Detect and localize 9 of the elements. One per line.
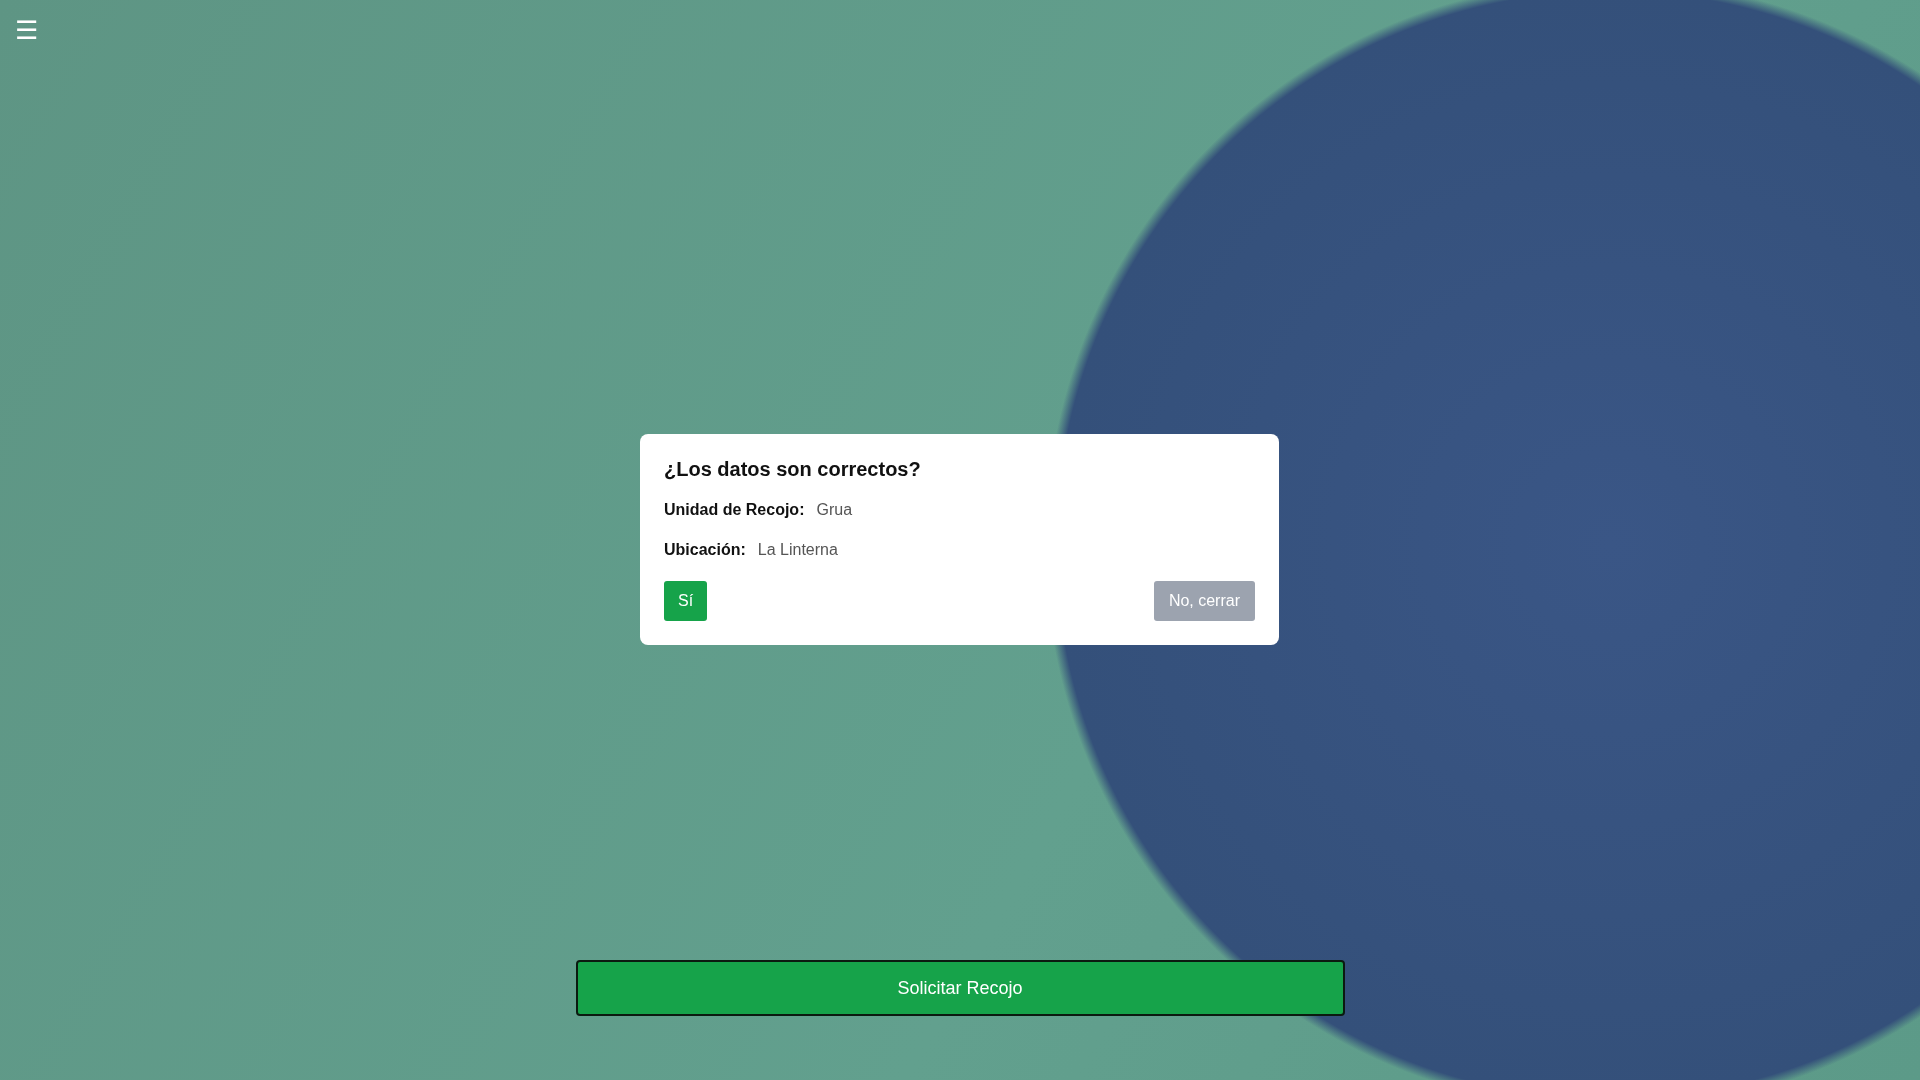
field-value: Grua [816, 501, 853, 519]
field-label: Unidad de Recojo: [664, 501, 805, 519]
confirm-button[interactable]: Sí [664, 581, 708, 621]
dialog-title: ¿Los datos son correctos? [664, 458, 922, 481]
menu-button[interactable]: ☰ [12, 16, 40, 44]
field-label: Ubicación: [664, 541, 746, 559]
field-value: La Linterna [757, 541, 838, 559]
cancel-button[interactable]: No, cerrar [1153, 581, 1255, 621]
request-pickup-button[interactable]: Solicitar Recojo [575, 960, 1345, 1016]
